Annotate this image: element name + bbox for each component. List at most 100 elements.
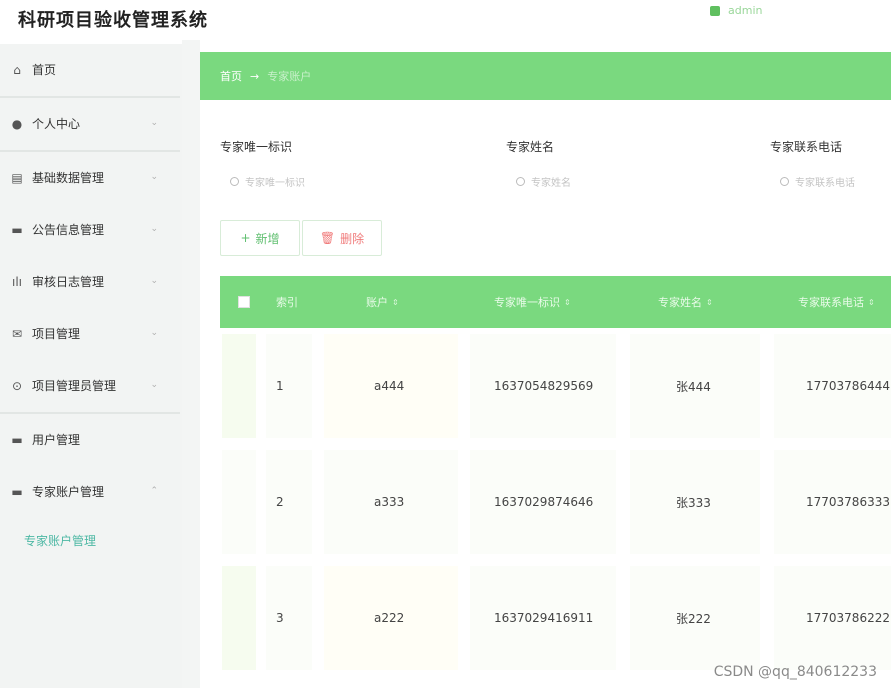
plus-icon: + — [240, 231, 251, 245]
sidebar-item-profile[interactable]: ● 个人中心 ⌄ — [0, 98, 182, 150]
column-header-account[interactable]: 账户 ⇕ — [366, 276, 399, 328]
chevron-down-icon: ⌄ — [150, 380, 158, 390]
cell-index: 1 — [276, 379, 284, 393]
breadcrumb-separator: → — [250, 69, 260, 83]
search-placeholder: 专家唯一标识 — [245, 177, 305, 189]
sidebar-item-audit-log[interactable]: ılı 审核日志管理 ⌄ — [0, 256, 182, 308]
add-button-label: 新增 — [255, 231, 280, 246]
cell-expert-name: 张222 — [676, 611, 711, 626]
breadcrumb-current: 专家账户 — [267, 70, 312, 83]
column-header-expert-phone[interactable]: 专家联系电话 ⇕ — [798, 276, 875, 328]
table-row[interactable]: 3 a222 1637029416911 张222 17703786222 — [220, 560, 891, 676]
data-table: 索引 账户 ⇕ 专家唯一标识 ⇕ 专家姓名 ⇕ 专家联系电话 ⇕ 1 a444 … — [220, 276, 891, 688]
delete-button-label: 删除 — [340, 231, 365, 246]
breadcrumb-home[interactable]: 首页 — [220, 68, 242, 84]
expert-icon: ▬ — [11, 484, 23, 499]
app-title: 科研项目验收管理系统 — [18, 10, 208, 31]
sidebar-item-notice[interactable]: ▬ 公告信息管理 ⌄ — [0, 204, 182, 256]
chevron-down-icon: ⌄ — [150, 172, 158, 182]
column-header-expert-id[interactable]: 专家唯一标识 ⇕ — [494, 276, 571, 328]
table-row[interactable]: 2 a333 1637029874646 张333 17703786333 — [220, 444, 891, 560]
cell-expert-id: 1637029874646 — [494, 495, 594, 509]
search-label-phone: 专家联系电话 — [770, 140, 843, 154]
cell-expert-phone: 17703786222 — [806, 611, 890, 625]
checkbox-icon — [238, 296, 250, 308]
sidebar-item-home[interactable]: ⌂ 首页 — [0, 44, 182, 96]
chevron-down-icon: ⌄ — [150, 328, 158, 338]
chevron-down-icon: ⌄ — [150, 224, 158, 234]
column-header-index: 索引 — [276, 296, 298, 309]
cell-expert-id: 1637029416911 — [494, 611, 594, 625]
user-menu[interactable]: admin — [710, 4, 762, 17]
cell-bg — [266, 566, 312, 670]
user-icon: ● — [11, 116, 23, 131]
sidebar: ⌂ 首页 ● 个人中心 ⌄ ▤ 基础数据管理 ⌄ ▬ 公告信息管理 ⌄ ılı … — [0, 44, 182, 688]
avatar-icon — [710, 5, 720, 16]
trash-icon: 🗑 — [319, 231, 336, 245]
search-input-name[interactable]: 专家姓名 — [506, 168, 646, 194]
sidebar-item-base-data[interactable]: ▤ 基础数据管理 ⌄ — [0, 152, 182, 204]
notice-icon: ▬ — [11, 222, 23, 237]
database-icon: ▤ — [11, 170, 23, 185]
sidebar-item-expert-account[interactable]: ▬ 专家账户管理 ⌃ — [0, 466, 182, 518]
sidebar-item-label: 用户管理 — [32, 433, 81, 447]
delete-button[interactable]: 🗑 删除 — [302, 220, 382, 256]
sidebar-subitem-expert-account[interactable]: 专家账户管理 — [0, 518, 182, 562]
row-checkbox-cell[interactable] — [222, 450, 256, 554]
row-checkbox-cell[interactable] — [222, 334, 256, 438]
cell-expert-id: 1637054829569 — [494, 379, 594, 393]
sort-icon: ⇕ — [868, 297, 875, 307]
search-placeholder: 专家姓名 — [531, 177, 571, 189]
cell-bg — [266, 334, 312, 438]
search-placeholder: 专家联系电话 — [795, 177, 855, 189]
sidebar-item-label: 项目管理 — [32, 327, 81, 341]
breadcrumb: 首页 → 专家账户 — [200, 52, 891, 100]
sidebar-item-label: 项目管理员管理 — [32, 379, 117, 393]
cell-index: 2 — [276, 495, 284, 509]
top-header: 科研项目验收管理系统 admin — [0, 0, 891, 40]
sidebar-item-label: 基础数据管理 — [32, 171, 105, 185]
cell-account: a333 — [374, 495, 405, 509]
chevron-up-icon: ⌃ — [150, 486, 158, 496]
home-icon: ⌂ — [13, 62, 21, 77]
sort-icon: ⇕ — [706, 297, 713, 307]
search-icon — [780, 176, 789, 186]
search-label-id: 专家唯一标识 — [220, 140, 293, 154]
cell-bg — [266, 450, 312, 554]
search-input-id[interactable]: 专家唯一标识 — [220, 168, 360, 194]
cell-expert-phone: 17703786444 — [806, 379, 890, 393]
sidebar-item-label: 公告信息管理 — [32, 223, 105, 237]
search-input-phone[interactable]: 专家联系电话 — [770, 168, 891, 194]
cell-expert-name: 张444 — [676, 379, 711, 394]
sidebar-item-project[interactable]: ✉ 项目管理 ⌄ — [0, 308, 182, 360]
sort-icon: ⇕ — [564, 297, 571, 307]
sort-icon: ⇕ — [392, 297, 399, 307]
sidebar-item-label: 首页 — [32, 63, 57, 77]
select-all-checkbox[interactable] — [238, 276, 250, 328]
main-content: 首页 → 专家账户 专家唯一标识 专家唯一标识 专家姓名 专家姓名 专家联系电话… — [182, 40, 891, 688]
row-checkbox-cell[interactable] — [222, 566, 256, 670]
sidebar-item-users[interactable]: ▬ 用户管理 — [0, 414, 182, 466]
user-list-icon: ▬ — [11, 432, 23, 447]
help-icon: ⊙ — [11, 378, 23, 393]
sidebar-item-label: 审核日志管理 — [32, 275, 105, 289]
app-root: 科研项目验收管理系统 admin ⌂ 首页 ● 个人中心 ⌄ ▤ 基础数据管理 … — [0, 0, 891, 688]
cell-expert-phone: 17703786333 — [806, 495, 890, 509]
table-header: 索引 账户 ⇕ 专家唯一标识 ⇕ 专家姓名 ⇕ 专家联系电话 ⇕ — [220, 276, 891, 328]
search-icon — [230, 176, 239, 186]
add-button[interactable]: + 新增 — [220, 220, 300, 256]
column-header-expert-name[interactable]: 专家姓名 ⇕ — [658, 276, 713, 328]
chart-icon: ılı — [11, 274, 22, 289]
chevron-down-icon: ⌄ — [150, 118, 158, 128]
sidebar-item-label: 专家账户管理 — [32, 485, 105, 499]
user-label: admin — [728, 4, 763, 17]
table-row[interactable]: 1 a444 1637054829569 张444 17703786444 — [220, 328, 891, 444]
search-icon — [516, 176, 525, 186]
content-gutter — [182, 40, 200, 688]
chevron-down-icon: ⌄ — [150, 276, 158, 286]
cell-account: a444 — [374, 379, 405, 393]
cell-index: 3 — [276, 611, 284, 625]
sidebar-item-project-admin[interactable]: ⊙ 项目管理员管理 ⌄ — [0, 360, 182, 412]
cell-account: a222 — [374, 611, 405, 625]
cell-expert-name: 张333 — [676, 495, 711, 510]
